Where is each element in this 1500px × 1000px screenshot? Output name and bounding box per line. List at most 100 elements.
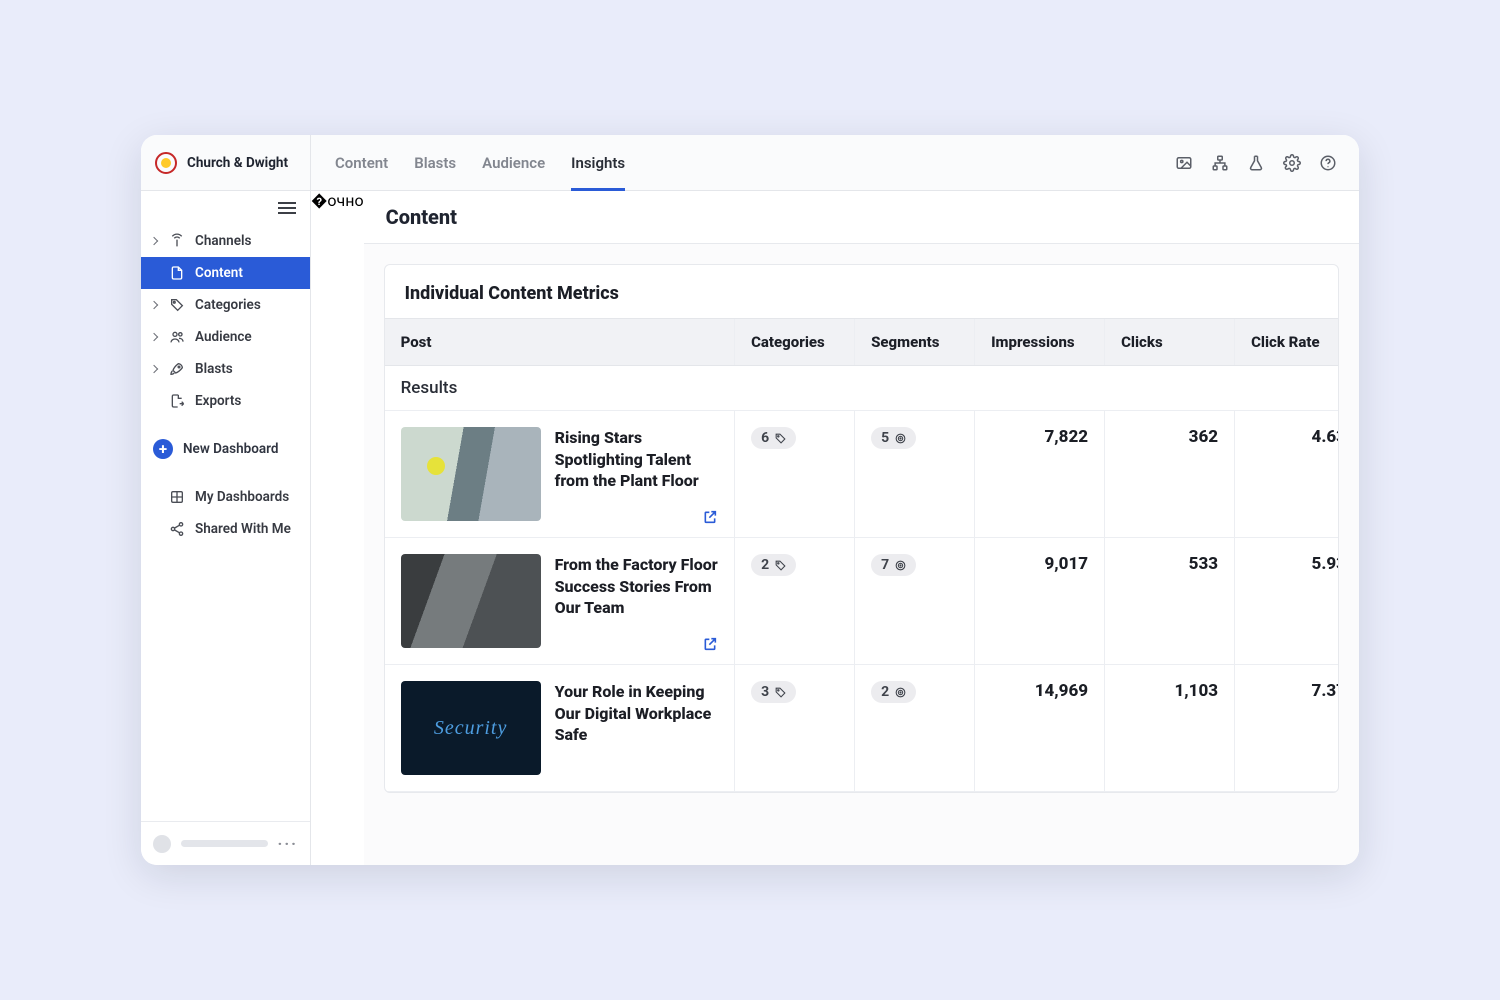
clickrate-value: 7.37% xyxy=(1235,665,1339,792)
target-icon xyxy=(894,432,907,445)
clicks-value: 362 xyxy=(1105,411,1235,538)
brand-block: Church & Dwight xyxy=(141,135,311,190)
target-icon xyxy=(894,559,907,572)
pill-count: 5 xyxy=(881,430,889,446)
results-label-row: Results xyxy=(385,366,1339,411)
tag-icon xyxy=(774,559,787,572)
post-title[interactable]: Your Role in Keeping Our Digital Workpla… xyxy=(555,681,719,775)
antenna-icon xyxy=(169,233,185,249)
share-icon xyxy=(169,521,185,537)
plus-circle-icon: + xyxy=(153,439,173,459)
column-header-clicks[interactable]: Clicks xyxy=(1105,319,1235,366)
column-header-categories[interactable]: Categories xyxy=(735,319,855,366)
chevron-right-icon xyxy=(150,333,158,341)
sidebar-item-label: Shared With Me xyxy=(195,521,291,537)
column-header-clickrate[interactable]: Click Rate xyxy=(1235,319,1339,366)
post-title[interactable]: From the Factory Floor Success Stories F… xyxy=(555,554,719,648)
results-label: Results xyxy=(385,366,1339,411)
sidebar-item-content[interactable]: Content xyxy=(141,257,310,289)
pill-count: 7 xyxy=(881,557,889,573)
metrics-card: Individual Content Metrics Post Categori… xyxy=(384,264,1339,793)
impressions-value: 9,017 xyxy=(975,538,1105,665)
sidebar-collapse-row xyxy=(141,191,310,223)
sidebar-item-label: Categories xyxy=(195,297,261,313)
table-row: Security Your Role in Keeping Our Digita… xyxy=(385,665,1339,792)
chevron-right-icon xyxy=(150,237,158,245)
gear-icon[interactable] xyxy=(1283,154,1301,172)
segments-pill[interactable]: 7 xyxy=(871,554,916,576)
column-header-impressions[interactable]: Impressions xyxy=(975,319,1105,366)
people-icon xyxy=(169,329,185,345)
sitemap-icon[interactable] xyxy=(1211,154,1229,172)
segments-pill[interactable]: 5 xyxy=(871,427,916,449)
external-link-icon[interactable] xyxy=(702,509,718,525)
new-dashboard-button[interactable]: + New Dashboard xyxy=(153,439,298,459)
column-header-post[interactable]: Post xyxy=(385,319,735,366)
clicks-value: 1,103 xyxy=(1105,665,1235,792)
tab-blasts[interactable]: Blasts xyxy=(414,135,456,190)
column-header-segments[interactable]: Segments xyxy=(855,319,975,366)
workspace: Channels Content Categories xyxy=(141,191,1359,865)
external-link-icon[interactable] xyxy=(702,636,718,652)
impressions-value: 7,822 xyxy=(975,411,1105,538)
sidebar-item-exports[interactable]: Exports xyxy=(141,385,310,417)
tab-audience[interactable]: Audience xyxy=(482,135,545,190)
more-icon[interactable]: ··· xyxy=(278,834,298,853)
sidebar-item-label: Content xyxy=(195,265,243,281)
sidebar-item-label: Audience xyxy=(195,329,252,345)
sidebar-nav: Channels Content Categories xyxy=(141,223,310,545)
rocket-icon xyxy=(169,361,185,377)
post-title[interactable]: Rising Stars Spotlighting Talent from th… xyxy=(555,427,719,521)
categories-pill[interactable]: 3 xyxy=(751,681,796,703)
sidebar-item-label: Channels xyxy=(195,233,251,249)
help-icon[interactable] xyxy=(1319,154,1337,172)
tab-content[interactable]: Content xyxy=(335,135,388,190)
segments-pill[interactable]: 2 xyxy=(871,681,916,703)
hamburger-icon[interactable] xyxy=(278,199,296,217)
categories-pill[interactable]: 2 xyxy=(751,554,796,576)
user-name-placeholder xyxy=(181,840,268,847)
pill-count: 2 xyxy=(881,684,889,700)
sidebar-item-shared[interactable]: Shared With Me xyxy=(141,513,310,545)
card-title: Individual Content Metrics xyxy=(385,265,1338,318)
image-icon[interactable] xyxy=(1175,154,1193,172)
chevron-right-icon xyxy=(150,365,158,373)
top-nav-tabs: Content Blasts Audience Insights xyxy=(311,135,1175,190)
sidebar: Channels Content Categories xyxy=(141,191,311,865)
main-panel: Content Individual Content Metrics Post xyxy=(364,191,1359,865)
sidebar-item-channels[interactable]: Channels xyxy=(141,225,310,257)
sidebar-footer: ··· xyxy=(141,821,310,865)
post-thumbnail[interactable] xyxy=(401,427,541,521)
page-title: Content xyxy=(386,205,1337,229)
page-title-bar: Content xyxy=(364,191,1359,244)
metrics-table-header: Post Categories Segments Impressions Cli… xyxy=(385,319,1339,366)
lab-icon[interactable] xyxy=(1247,154,1265,172)
sidebar-item-label: Exports xyxy=(195,393,241,409)
app-frame: Church & Dwight Content Blasts Audience … xyxy=(141,135,1359,865)
export-icon xyxy=(169,393,185,409)
post-thumbnail[interactable] xyxy=(401,554,541,648)
clickrate-value: 5.93% xyxy=(1235,538,1339,665)
clicks-value: 533 xyxy=(1105,538,1235,665)
post-cell: Rising Stars Spotlighting Talent from th… xyxy=(401,427,719,521)
post-cell: From the Factory Floor Success Stories F… xyxy=(401,554,719,648)
content-area: Individual Content Metrics Post Categori… xyxy=(364,244,1359,865)
sidebar-item-audience[interactable]: Audience xyxy=(141,321,310,353)
pill-count: 3 xyxy=(761,684,769,700)
sidebar-item-my-dashboards[interactable]: My Dashboards xyxy=(141,481,310,513)
tab-insights[interactable]: Insights xyxy=(571,135,625,190)
brand-logo-icon xyxy=(155,152,177,174)
chevron-right-icon xyxy=(150,301,158,309)
tag-icon xyxy=(169,297,185,313)
sidebar-item-blasts[interactable]: Blasts xyxy=(141,353,310,385)
tag-icon xyxy=(774,432,787,445)
clickrate-value: 4.63% xyxy=(1235,411,1339,538)
pill-count: 2 xyxy=(761,557,769,573)
brand-name: Church & Dwight xyxy=(187,155,288,171)
user-avatar[interactable] xyxy=(153,835,171,853)
categories-pill[interactable]: 6 xyxy=(751,427,796,449)
post-thumbnail[interactable]: Security xyxy=(401,681,541,775)
top-action-icons xyxy=(1175,135,1359,190)
table-row: Rising Stars Spotlighting Talent from th… xyxy=(385,411,1339,538)
sidebar-item-categories[interactable]: Categories xyxy=(141,289,310,321)
